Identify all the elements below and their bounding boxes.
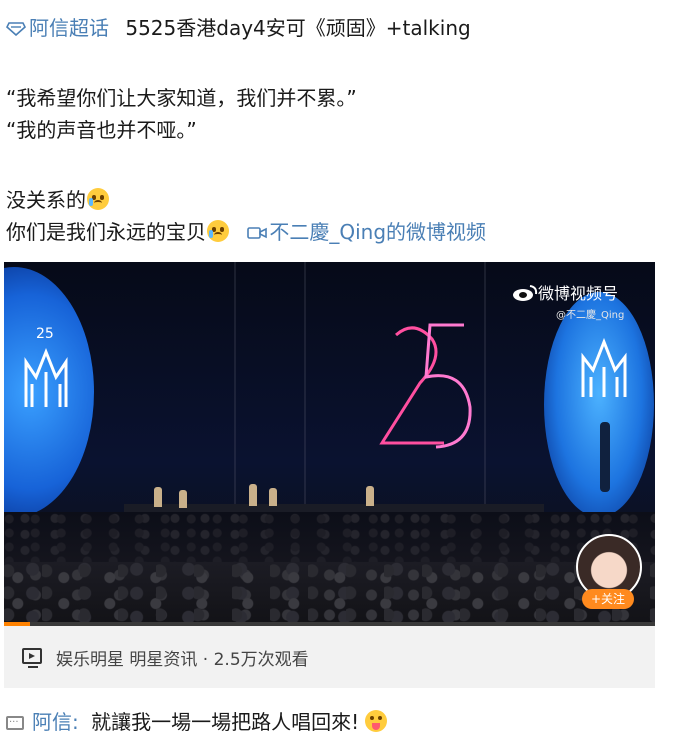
musician: [269, 488, 277, 506]
crying-emoji-icon: [207, 220, 229, 242]
video-meta-text: 娱乐明星 明星资讯 · 2.5万次观看: [56, 650, 309, 670]
crying-emoji-icon: [87, 188, 109, 210]
tongue-out-emoji-icon: [365, 710, 388, 732]
post-title-row: 阿信超话 5525香港day4安可《顽固》+talking: [6, 14, 471, 42]
video-source-link[interactable]: 不二慶_Qing的微博视频: [247, 220, 486, 244]
video-source-label: 不二慶_Qing的微博视频: [269, 220, 487, 244]
musician: [249, 484, 257, 506]
singer-on-screen: [600, 422, 610, 492]
svg-text:25: 25: [36, 326, 54, 342]
comment-row: 阿信: 就讓我一場一場把路人唱回來!: [6, 708, 388, 737]
comment-icon: [6, 709, 24, 737]
video-meta-bar[interactable]: 娱乐明星 明星资讯 · 2.5万次观看: [4, 626, 655, 688]
super-topic-link[interactable]: 阿信超话: [6, 16, 109, 40]
musician: [179, 490, 187, 508]
stage-screen-right: [544, 292, 654, 517]
video-camera-icon: [247, 227, 268, 239]
comment-text: 就讓我一場一場把路人唱回來!: [91, 710, 360, 734]
post-line-4: 你们是我们永远的宝贝 不二慶_Qing的微博视频: [6, 218, 486, 246]
stage-25-logo-icon: [379, 323, 472, 449]
follow-button[interactable]: +关注: [582, 589, 634, 609]
video-player[interactable]: 25 微博视频号 @不二慶_Qing +关注: [4, 262, 655, 626]
post-line-3: 没关系的: [6, 186, 109, 214]
comment-author[interactable]: 阿信: [32, 710, 72, 734]
watermark-handle: @不二慶_Qing: [556, 310, 625, 321]
post-line-4-text: 你们是我们永远的宝贝: [6, 220, 206, 244]
super-topic-label: 阿信超话: [29, 16, 109, 40]
watermark-title: 微博视频号: [538, 284, 619, 303]
video-play-icon: [22, 648, 42, 668]
watermark: 微博视频号: [512, 280, 618, 304]
crown-logo-icon: [581, 337, 627, 397]
musician: [154, 487, 162, 507]
post-line-3-text: 没关系的: [6, 188, 86, 212]
musician: [366, 486, 374, 506]
weibo-logo-icon: [513, 285, 538, 301]
comment-separator: :: [72, 710, 79, 734]
super-topic-icon: [6, 22, 26, 36]
post-title: 5525香港day4安可《顽固》+talking: [125, 16, 471, 40]
crown-logo-icon: 25: [24, 326, 68, 407]
post-quote-1: “我希望你们让大家知道，我们并不累。”: [6, 86, 357, 110]
audience: [4, 562, 655, 626]
post-quote-2: “我的声音也并不哑。”: [6, 118, 197, 142]
